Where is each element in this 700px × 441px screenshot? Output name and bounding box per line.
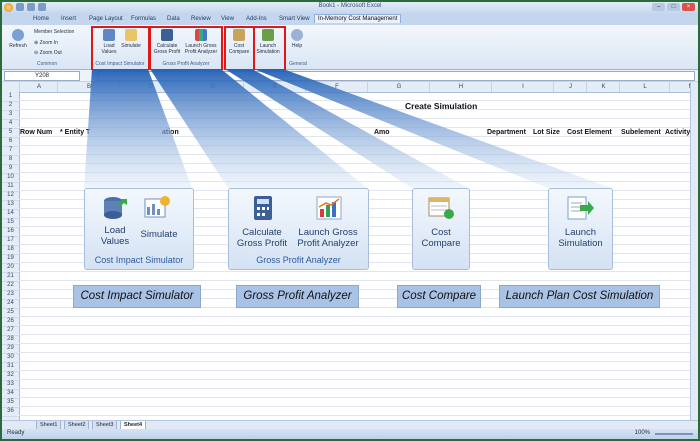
column-header[interactable]: C <box>119 82 182 92</box>
cost-compare-large-icon <box>428 197 454 219</box>
zoom-launch-simulation-card: Launch Simulation <box>548 188 613 270</box>
simulate-large-icon <box>144 196 170 218</box>
status-ready: Ready <box>7 430 25 436</box>
tab-data[interactable]: Data <box>164 15 183 23</box>
help-icon <box>291 29 303 41</box>
column-header[interactable]: I <box>491 82 554 92</box>
column-header[interactable]: J <box>553 82 587 92</box>
highlight-cost-compare <box>224 26 255 71</box>
header-cost-element: Cost Element <box>567 129 612 136</box>
help-label: Help <box>291 43 303 49</box>
zoom-load-values-label: Load Values <box>100 225 130 247</box>
column-header[interactable]: B <box>57 82 120 92</box>
caption-cost-impact-simulator: Cost Impact Simulator <box>73 285 201 308</box>
zoom-simulate-label: Simulate <box>140 229 178 240</box>
excel-window: Book1 - Microsoft Excel – □ × Home Inser… <box>0 0 700 441</box>
ribbon-tabs: Home Insert Page Layout Formulas Data Re… <box>2 13 698 25</box>
group-common-label: Common <box>36 61 58 67</box>
zoom-cost-impact-card: Load Values Simulate Cost Impact Simulat… <box>84 188 194 270</box>
tab-page-layout[interactable]: Page Layout <box>86 15 126 23</box>
tab-insert[interactable]: Insert <box>58 15 79 23</box>
zoom-calc-gross-profit-label: Calculate Gross Profit <box>236 227 288 249</box>
header-department: Department <box>487 129 526 136</box>
name-box[interactable]: Y208 <box>4 71 80 81</box>
zoom-cost-impact-group-label: Cost Impact Simulator <box>94 255 184 265</box>
zoom-cost-compare-label: Cost Compare <box>421 227 461 249</box>
header-ation: ation <box>162 129 179 136</box>
column-header[interactable]: H <box>429 82 492 92</box>
minimize-icon[interactable]: – <box>652 3 665 11</box>
launch-simulation-large-icon <box>567 196 594 220</box>
header-row-num: Row Num <box>20 129 53 136</box>
member-selection-label: Member Selection <box>34 29 75 35</box>
caption-gross-profit-analyzer: Gross Profit Analyzer <box>236 285 359 308</box>
zoom-cost-compare-card: Cost Compare <box>412 188 470 270</box>
load-values-large-icon <box>104 197 127 219</box>
status-bar: Ready 100% <box>2 429 698 439</box>
column-header[interactable]: F <box>305 82 368 92</box>
highlight-launch-simulation <box>253 26 286 71</box>
sheet-title: Create Simulation <box>405 101 478 111</box>
zoom-in-label: Zoom In <box>39 40 58 46</box>
tab-in-memory-cost-management[interactable]: In-Memory Cost Management <box>314 14 402 23</box>
vertical-scrollbar[interactable] <box>690 82 698 420</box>
header-subelement: Subelement <box>621 129 661 136</box>
column-header[interactable]: L <box>619 82 670 92</box>
refresh-label: Refresh <box>9 43 27 49</box>
header-entity: * Entity T <box>60 129 91 136</box>
zoom-launch-simulation-label: Launch Simulation <box>558 227 603 249</box>
help-button[interactable]: Help <box>288 29 306 49</box>
tab-review[interactable]: Review <box>188 15 214 23</box>
tab-add-ins[interactable]: Add-Ins <box>243 15 270 23</box>
zoom-in-button[interactable]: ⊕ Zoom In <box>34 40 58 46</box>
calculator-large-icon <box>254 196 272 220</box>
zoom-out-button[interactable]: ⊖ Zoom Out <box>34 50 62 56</box>
highlight-gross-profit <box>149 26 223 71</box>
maximize-icon[interactable]: □ <box>667 3 680 11</box>
title-bar: Book1 - Microsoft Excel – □ × <box>2 2 698 13</box>
refresh-icon <box>12 29 24 41</box>
zoom-level: 100% <box>634 430 650 436</box>
column-header[interactable]: K <box>586 82 620 92</box>
zoom-slider[interactable] <box>655 433 693 435</box>
caption-cost-compare: Cost Compare <box>397 285 481 308</box>
tab-formulas[interactable]: Formulas <box>128 15 159 23</box>
highlight-cost-impact <box>91 26 150 71</box>
header-amo: Amo <box>374 129 390 136</box>
caption-launch-plan-cost-simulation: Launch Plan Cost Simulation <box>499 285 660 308</box>
refresh-button[interactable]: Refresh <box>6 29 30 49</box>
zoom-launch-gpa-label: Launch Gross Profit Analyzer <box>297 227 359 249</box>
ribbon: Refresh Member Selection ⊕ Zoom In ⊖ Zoo… <box>2 25 698 71</box>
header-lot-size: Lot Size <box>533 129 560 136</box>
group-general-label: General <box>289 61 307 67</box>
member-selection-button[interactable]: Member Selection <box>34 29 74 35</box>
column-header[interactable]: A <box>19 82 58 92</box>
formula-input[interactable] <box>98 71 695 81</box>
gross-profit-chart-large-icon <box>316 196 342 220</box>
column-header[interactable]: D <box>181 82 244 92</box>
header-activity: Activity <box>665 129 691 136</box>
tab-smart-view[interactable]: Smart View <box>276 15 313 23</box>
formula-bar: Y208 <box>2 70 698 82</box>
zoom-out-label: Zoom Out <box>39 50 62 56</box>
row-header[interactable]: 36 <box>2 407 19 417</box>
zoom-gpa-card: Calculate Gross Profit Launch Gross Prof… <box>228 188 369 270</box>
close-icon[interactable]: × <box>682 3 695 11</box>
column-header[interactable]: E <box>243 82 306 92</box>
window-title: Book1 - Microsoft Excel <box>318 3 382 9</box>
row-headers: 1 2 3 4 5 6 7 8 9 10 11 12 13 14 15 16 17 18 19 20 21 22 23 24 2… <box>2 92 20 420</box>
column-header[interactable]: G <box>367 82 430 92</box>
tab-home[interactable]: Home <box>30 15 52 23</box>
zoom-gpa-group-label: Gross Profit Analyzer <box>256 255 341 265</box>
tab-view[interactable]: View <box>218 15 237 23</box>
